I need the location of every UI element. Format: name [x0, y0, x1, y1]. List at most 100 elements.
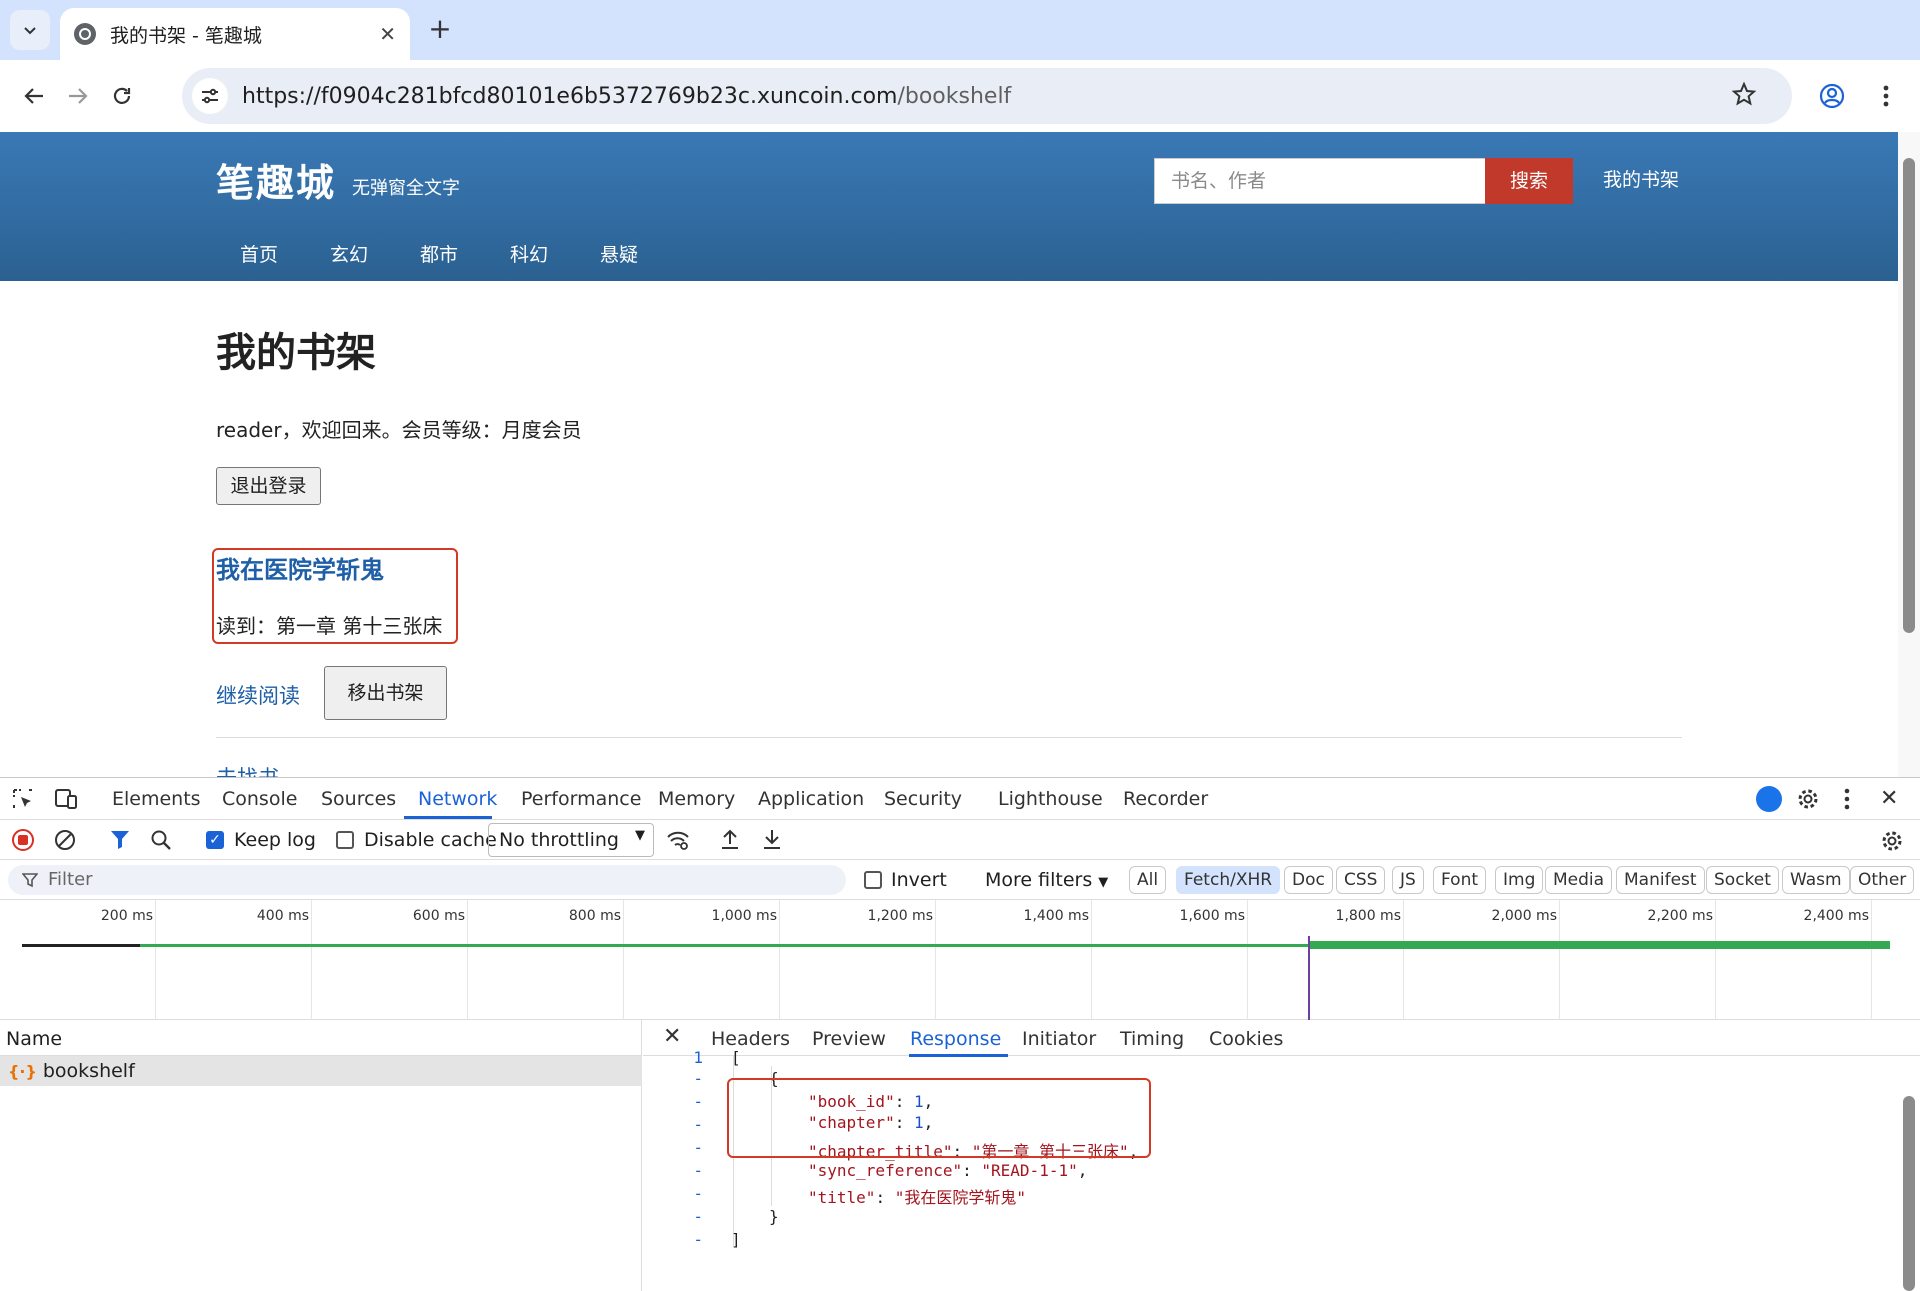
site-header: 笔趣城 无弹窗全文字 书名、作者 搜索 我的书架 首页 玄幻 都市 科幻 悬疑 — [0, 132, 1898, 281]
search-input[interactable]: 书名、作者 — [1154, 158, 1486, 204]
keep-log-label: Keep log — [234, 829, 316, 851]
invert-checkbox[interactable] — [864, 871, 882, 889]
continue-reading-link[interactable]: 继续阅读 — [216, 680, 300, 710]
json-key: "sync_reference" — [808, 1161, 963, 1180]
json-string: "我在医院学斩鬼" — [894, 1188, 1026, 1207]
devtools-tab-memory[interactable]: Memory — [658, 788, 735, 810]
scrollbar-thumb[interactable] — [1903, 158, 1915, 633]
find-books-link[interactable]: 去找书 — [216, 762, 279, 777]
timeline-tick: 1,400 ms — [1023, 908, 1089, 924]
devtools-tab-recorder[interactable]: Recorder — [1123, 788, 1208, 810]
name-column-header[interactable]: Name — [0, 1020, 642, 1056]
close-detail-icon[interactable]: ✕ — [663, 1024, 681, 1049]
nav-dushi[interactable]: 都市 — [420, 240, 458, 267]
timeline-gridline — [311, 900, 312, 1020]
highlight-box — [727, 1078, 1151, 1158]
request-row[interactable]: {·} bookshelf — [0, 1056, 642, 1086]
filter-chip-css[interactable]: CSS — [1336, 866, 1386, 894]
clear-icon[interactable] — [54, 829, 76, 855]
inspect-element-icon[interactable] — [12, 788, 34, 814]
browser-menu-button[interactable] — [1866, 76, 1906, 116]
devtools-tab-sources[interactable]: Sources — [321, 788, 396, 810]
back-button[interactable] — [14, 76, 54, 116]
devtools-tab-lighthouse[interactable]: Lighthouse — [998, 788, 1103, 810]
network-settings-gear-icon[interactable] — [1880, 829, 1904, 857]
line-fold-marker: - — [693, 1138, 703, 1157]
remove-from-shelf-button[interactable]: 移出书架 — [324, 666, 447, 720]
timeline-gridline — [467, 900, 468, 1020]
throttling-value: No throttling — [499, 829, 619, 851]
filter-funnel-icon[interactable] — [110, 830, 132, 854]
scrollbar-thumb[interactable] — [1903, 1096, 1915, 1291]
tab-search-button[interactable] — [10, 10, 50, 50]
disable-cache-checkbox[interactable] — [336, 831, 354, 849]
nav-xuanhuan[interactable]: 玄幻 — [330, 240, 368, 267]
ai-assistance-icon[interactable] — [1756, 786, 1782, 812]
my-bookshelf-link[interactable]: 我的书架 — [1603, 165, 1679, 192]
keep-log-checkbox[interactable]: ✓ — [206, 831, 224, 849]
profile-button[interactable] — [1812, 76, 1852, 116]
disable-cache-label: Disable cache — [364, 829, 497, 851]
browser-tab[interactable]: 我的书架 - 笔趣城 ✕ — [60, 8, 410, 60]
filter-chip-fetch-xhr[interactable]: Fetch/XHR — [1176, 866, 1281, 894]
url-text[interactable]: https://f0904c281bfcd80101e6b5372769b23c… — [242, 84, 1011, 109]
settings-gear-icon[interactable] — [1796, 787, 1820, 815]
timeline-tick: 1,200 ms — [867, 908, 933, 924]
code-line: "sync_reference": "READ-1-1", — [808, 1161, 1088, 1180]
devtools-tab-performance[interactable]: Performance — [521, 788, 641, 810]
reload-button[interactable] — [102, 76, 142, 116]
filter-chip-js[interactable]: JS — [1392, 866, 1424, 894]
filter-input[interactable]: Filter — [8, 865, 846, 895]
search-icon[interactable] — [150, 829, 172, 855]
devtools-tab-application[interactable]: Application — [758, 788, 864, 810]
page-scrollbar[interactable] — [1898, 132, 1920, 777]
device-toolbar-icon[interactable] — [54, 788, 78, 814]
detail-tab-preview[interactable]: Preview — [812, 1028, 886, 1050]
devtools-tab-network[interactable]: Network — [418, 788, 497, 810]
timeline-gridline — [1871, 900, 1872, 1020]
record-stop-icon[interactable] — [12, 829, 34, 851]
close-devtools-icon[interactable]: ✕ — [1880, 786, 1898, 811]
filter-chip-other[interactable]: Other — [1850, 866, 1915, 894]
forward-button[interactable] — [58, 76, 98, 116]
devtools-tab-elements[interactable]: Elements — [112, 788, 201, 810]
detail-tab-timing[interactable]: Timing — [1120, 1028, 1184, 1050]
detail-tab-cookies[interactable]: Cookies — [1209, 1028, 1283, 1050]
site-info-icon[interactable] — [192, 78, 228, 114]
filter-chip-img[interactable]: Img — [1495, 866, 1544, 894]
bookmark-star-icon[interactable] — [1731, 81, 1757, 110]
throttling-select[interactable]: No throttling ▼ — [488, 823, 654, 857]
site-logo[interactable]: 笔趣城 — [216, 152, 336, 207]
more-filters-dropdown[interactable]: More filters ▼ — [985, 869, 1108, 891]
filter-chip-all[interactable]: All — [1129, 866, 1167, 894]
detail-tab-headers[interactable]: Headers — [711, 1028, 790, 1050]
devtools-menu-icon[interactable] — [1844, 788, 1850, 814]
address-bar[interactable]: https://f0904c281bfcd80101e6b5372769b23c… — [182, 68, 1792, 124]
filter-bar: Filter Invert More filters ▼ All Fetch/X… — [0, 860, 1920, 900]
filter-chip-doc[interactable]: Doc — [1284, 866, 1333, 894]
fetch-request-icon: {·} — [8, 1062, 37, 1081]
devtools-tab-security[interactable]: Security — [884, 788, 962, 810]
devtools-tab-console[interactable]: Console — [222, 788, 297, 810]
nav-xuanyi[interactable]: 悬疑 — [600, 240, 638, 267]
logout-button[interactable]: 退出登录 — [216, 467, 321, 505]
search-button[interactable]: 搜索 — [1485, 158, 1573, 204]
filter-chip-media[interactable]: Media — [1545, 866, 1613, 894]
filter-chip-socket[interactable]: Socket — [1706, 866, 1779, 894]
filter-chip-manifest[interactable]: Manifest — [1616, 866, 1705, 894]
filter-chip-font[interactable]: Font — [1433, 866, 1487, 894]
web-page: 笔趣城 无弹窗全文字 书名、作者 搜索 我的书架 首页 玄幻 都市 科幻 悬疑 … — [0, 132, 1898, 777]
export-har-icon[interactable] — [762, 828, 782, 854]
import-har-icon[interactable] — [720, 828, 740, 854]
response-scrollbar[interactable] — [1898, 1056, 1920, 1291]
new-tab-button[interactable]: + — [424, 14, 456, 46]
nav-home[interactable]: 首页 — [240, 240, 278, 267]
network-timeline-overview[interactable]: 200 ms 400 ms 600 ms 800 ms 1,000 ms 1,2… — [0, 900, 1920, 1020]
close-tab-icon[interactable]: ✕ — [379, 22, 396, 46]
book-title-link[interactable]: 我在医院学斩鬼 — [216, 550, 384, 585]
network-conditions-icon[interactable] — [666, 829, 690, 855]
nav-kehuan[interactable]: 科幻 — [510, 240, 548, 267]
detail-tab-response[interactable]: Response — [910, 1028, 1001, 1050]
detail-tab-initiator[interactable]: Initiator — [1022, 1028, 1096, 1050]
filter-chip-wasm[interactable]: Wasm — [1782, 866, 1850, 894]
